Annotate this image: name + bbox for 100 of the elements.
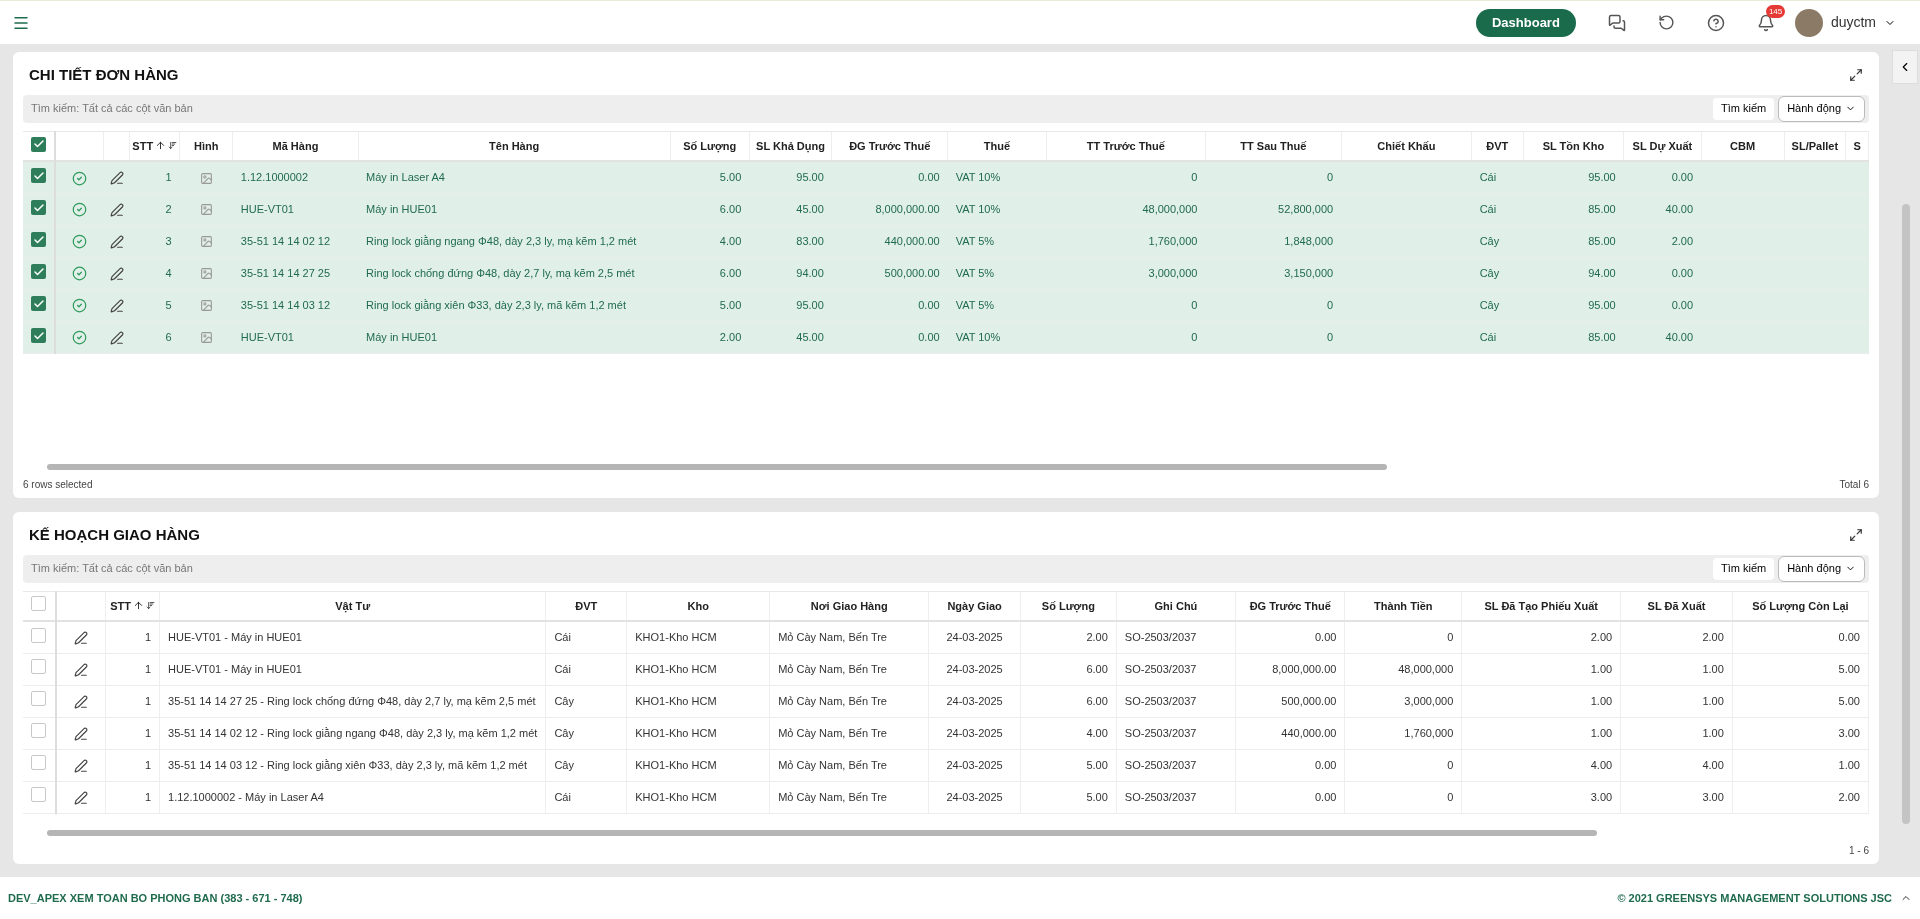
sort-ascending-icon[interactable] — [133, 600, 144, 612]
table-cell: Cái — [554, 631, 571, 643]
checkbox[interactable] — [31, 755, 47, 771]
column-header[interactable]: Thành Tiền — [1374, 599, 1433, 612]
vertical-scrollbar[interactable] — [1902, 204, 1910, 824]
checkbox[interactable] — [31, 264, 47, 279]
column-header[interactable]: Số Lượng — [1041, 599, 1095, 612]
table-row[interactable]: 1 HUE-VT01 - Máy in HUE01 Cái KHO1-Kho HCM Mỏ Cày Nam, Bến Tre 24-03-2025 6.00 SO-2503/2037 8,000,000.00 48,000,000 1.00 1.00 5.00 — [23, 653, 1869, 685]
edit-icon[interactable] — [109, 330, 124, 345]
actions-button[interactable]: Hành động — [1778, 95, 1865, 122]
column-header[interactable]: Thuế — [983, 139, 1011, 152]
column-header[interactable]: ĐG Trước Thuế — [1249, 599, 1331, 612]
table-row[interactable]: 6 HUE-VT01 Máy in HUE01 2.00 45.00 0.00 VAT 10% 0 0 Cái 85.00 40.00 — [23, 321, 1869, 353]
table-cell: 3 — [165, 234, 172, 247]
table-row[interactable]: 5 35-51 14 14 03 12 Ring lock giằng xiên Φ33, dày 2,3 ly, mã kẽm 1,2 mét 5.00 95.00 0.00 VAT 5% 0 0 Cây 95.00 0.00 — [23, 289, 1869, 321]
sort-ascending-icon[interactable] — [155, 140, 167, 152]
avatar[interactable] — [1794, 8, 1823, 37]
horizontal-scrollbar[interactable] — [47, 830, 1597, 836]
checkbox[interactable] — [31, 659, 47, 675]
column-header[interactable]: ĐG Trước Thuế — [849, 139, 931, 152]
table-cell: Cái — [554, 662, 571, 675]
column-header[interactable]: Số Lượng Còn Lại — [1752, 599, 1849, 612]
edit-icon[interactable] — [109, 202, 124, 217]
sort-order-icon[interactable] — [168, 141, 178, 151]
checkbox[interactable] — [31, 168, 47, 184]
notification-bell-icon[interactable] — [1756, 13, 1775, 32]
search-field[interactable]: Tìm kiếm: Tất cả các cột văn bản — [31, 100, 631, 117]
horizontal-scrollbar[interactable] — [47, 464, 1387, 470]
edit-icon[interactable] — [73, 790, 88, 805]
checkbox[interactable] — [31, 723, 47, 739]
refresh-icon[interactable] — [1657, 14, 1675, 31]
column-header[interactable]: SL/Pallet — [1791, 139, 1839, 152]
column-header[interactable]: STT — [110, 597, 131, 614]
column-header[interactable]: TT Trước Thuế — [1086, 139, 1165, 152]
column-header[interactable]: ĐVT — [575, 599, 598, 612]
column-header[interactable]: CBM — [1730, 139, 1756, 152]
table-row[interactable]: 4 35-51 14 14 27 25 Ring lock chống đứng Φ48, dày 2,7 ly, mạ kẽm 2,5 mét 6.00 94.00 500,000.00 VAT 5% 3,000,000 3,150,000 Cây 94.00 0.00 — [23, 257, 1869, 289]
column-header[interactable]: Kho — [687, 599, 709, 612]
expand-icon[interactable] — [1849, 68, 1863, 83]
checkbox[interactable] — [31, 232, 47, 247]
help-icon[interactable] — [1706, 13, 1725, 32]
checkbox[interactable] — [31, 200, 47, 215]
edit-icon[interactable] — [109, 171, 124, 186]
table-row[interactable]: 1 1.12.1000002 Máy in Laser A4 5.00 95.00 0.00 VAT 10% 0 0 Cái 95.00 0.00 — [23, 161, 1869, 193]
search-button[interactable]: Tìm kiếm — [1712, 97, 1775, 120]
column-header[interactable]: Mã Hàng — [272, 139, 319, 152]
edit-icon[interactable] — [73, 631, 88, 646]
checkbox[interactable] — [31, 328, 47, 343]
edit-icon[interactable] — [109, 266, 124, 281]
checkbox[interactable] — [31, 691, 47, 707]
table-row[interactable]: 1 HUE-VT01 - Máy in HUE01 Cái KHO1-Kho HCM Mỏ Cày Nam, Bến Tre 24-03-2025 2.00 SO-2503/2037 0.00 0 2.00 2.00 0.00 — [23, 621, 1869, 653]
edit-icon[interactable] — [73, 694, 88, 709]
checkbox[interactable] — [31, 296, 47, 311]
edit-icon[interactable] — [109, 298, 124, 313]
column-header[interactable]: Hình — [194, 139, 219, 152]
table-cell: 1.00 — [1702, 726, 1724, 739]
edit-icon[interactable] — [109, 234, 124, 249]
table-cell: KHO1-Kho HCM — [635, 662, 717, 675]
column-header[interactable]: SL Tồn Kho — [1542, 139, 1605, 152]
table-cell: Mỏ Cày Nam, Bến Tre — [778, 790, 887, 803]
checkbox[interactable] — [31, 627, 47, 643]
column-header[interactable]: Ghi Chú — [1154, 599, 1198, 612]
expand-icon[interactable] — [1849, 528, 1863, 543]
checkbox[interactable] — [31, 596, 47, 611]
search-field[interactable]: Tìm kiếm: Tất cả các cột văn bản — [31, 560, 631, 577]
column-header[interactable]: ĐVT — [1486, 139, 1509, 152]
column-header[interactable]: Chiết Khấu — [1377, 139, 1436, 152]
actions-button[interactable]: Hành động — [1778, 555, 1865, 582]
table-row[interactable]: 1 35-51 14 14 02 12 - Ring lock giằng ngang Φ48, dày 2,3 ly, mạ kẽm 1,2 mét Cây KHO1-Kho HCM Mỏ Cày Nam, Bến Tre 24-03-2025 4.00 SO-2503/2037 440,000.00 1,760,000 1.00 1.00 3.00 — [23, 717, 1869, 749]
column-header[interactable]: Ngày Giao — [947, 599, 1002, 612]
checkbox[interactable] — [31, 136, 47, 152]
table-cell: 0 — [1327, 330, 1334, 343]
username[interactable]: duyctm — [1830, 12, 1876, 33]
column-header[interactable]: S — [1853, 139, 1861, 152]
table-row[interactable]: 3 35-51 14 14 02 12 Ring lock giằng ngang Φ48, dày 2,3 ly, mạ kẽm 1,2 mét 4.00 83.00 440,000.00 VAT 5% 1,760,000 1,848,000 Cây 85.00 2.00 — [23, 225, 1869, 257]
search-button[interactable]: Tìm kiếm — [1712, 557, 1775, 580]
column-header[interactable]: Vật Tư — [335, 599, 371, 612]
table-row[interactable]: 1 1.12.1000002 - Máy in Laser A4 Cái KHO1-Kho HCM Mỏ Cày Nam, Bến Tre 24-03-2025 5.00 SO-2503/2037 0.00 0 3.00 3.00 2.00 — [23, 781, 1869, 813]
column-header[interactable]: Nơi Giao Hàng — [810, 599, 888, 612]
column-header[interactable]: SL Đã Tạo Phiếu Xuất — [1484, 599, 1598, 612]
edit-icon[interactable] — [73, 726, 88, 741]
column-header[interactable]: Tên Hàng — [489, 139, 540, 152]
edit-icon[interactable] — [73, 662, 88, 677]
column-header[interactable]: Số Lượng — [683, 139, 737, 152]
checkbox[interactable] — [31, 787, 47, 803]
table-row[interactable]: 2 HUE-VT01 Máy in HUE01 6.00 45.00 8,000,000.00 VAT 10% 48,000,000 52,800,000 Cái 85.00 40.00 — [23, 193, 1869, 225]
table-row[interactable]: 1 35-51 14 14 27 25 - Ring lock chống đứng Φ48, dày 2,7 ly, mạ kẽm 2,5 mét Cây KHO1-Kho HCM Mỏ Cày Nam, Bến Tre 24-03-2025 6.00 SO-2503/2037 500,000.00 3,000,000 1.00 1.00 5.00 — [23, 685, 1869, 717]
dashboard-button[interactable]: Dashboard — [1475, 8, 1576, 37]
table-cell: 24-03-2025 — [946, 694, 1003, 707]
chat-icon[interactable] — [1607, 13, 1626, 32]
column-header[interactable]: STT — [132, 137, 154, 154]
column-header[interactable]: SL Dự Xuất — [1632, 139, 1693, 152]
edit-icon[interactable] — [73, 758, 88, 773]
column-header[interactable]: TT Sau Thuế — [1240, 139, 1307, 152]
column-header[interactable]: SL Khả Dụng — [756, 139, 825, 152]
table-row[interactable]: 1 35-51 14 14 03 12 - Ring lock giằng xiên Φ33, dày 2,3 ly, mã kẽm 1,2 mét Cây KHO1-Kho HCM Mỏ Cày Nam, Bến Tre 24-03-2025 5.00 SO-2503/2037 0.00 0 4.00 4.00 1.00 — [23, 749, 1869, 781]
sort-order-icon[interactable] — [146, 601, 155, 611]
check-circle-icon — [72, 330, 88, 346]
column-header[interactable]: SL Đã Xuất — [1647, 599, 1706, 612]
copyright-text: © 2021 GREENSYS MANAGEMENT SOLUTIONS JSC — [1617, 890, 1892, 906]
